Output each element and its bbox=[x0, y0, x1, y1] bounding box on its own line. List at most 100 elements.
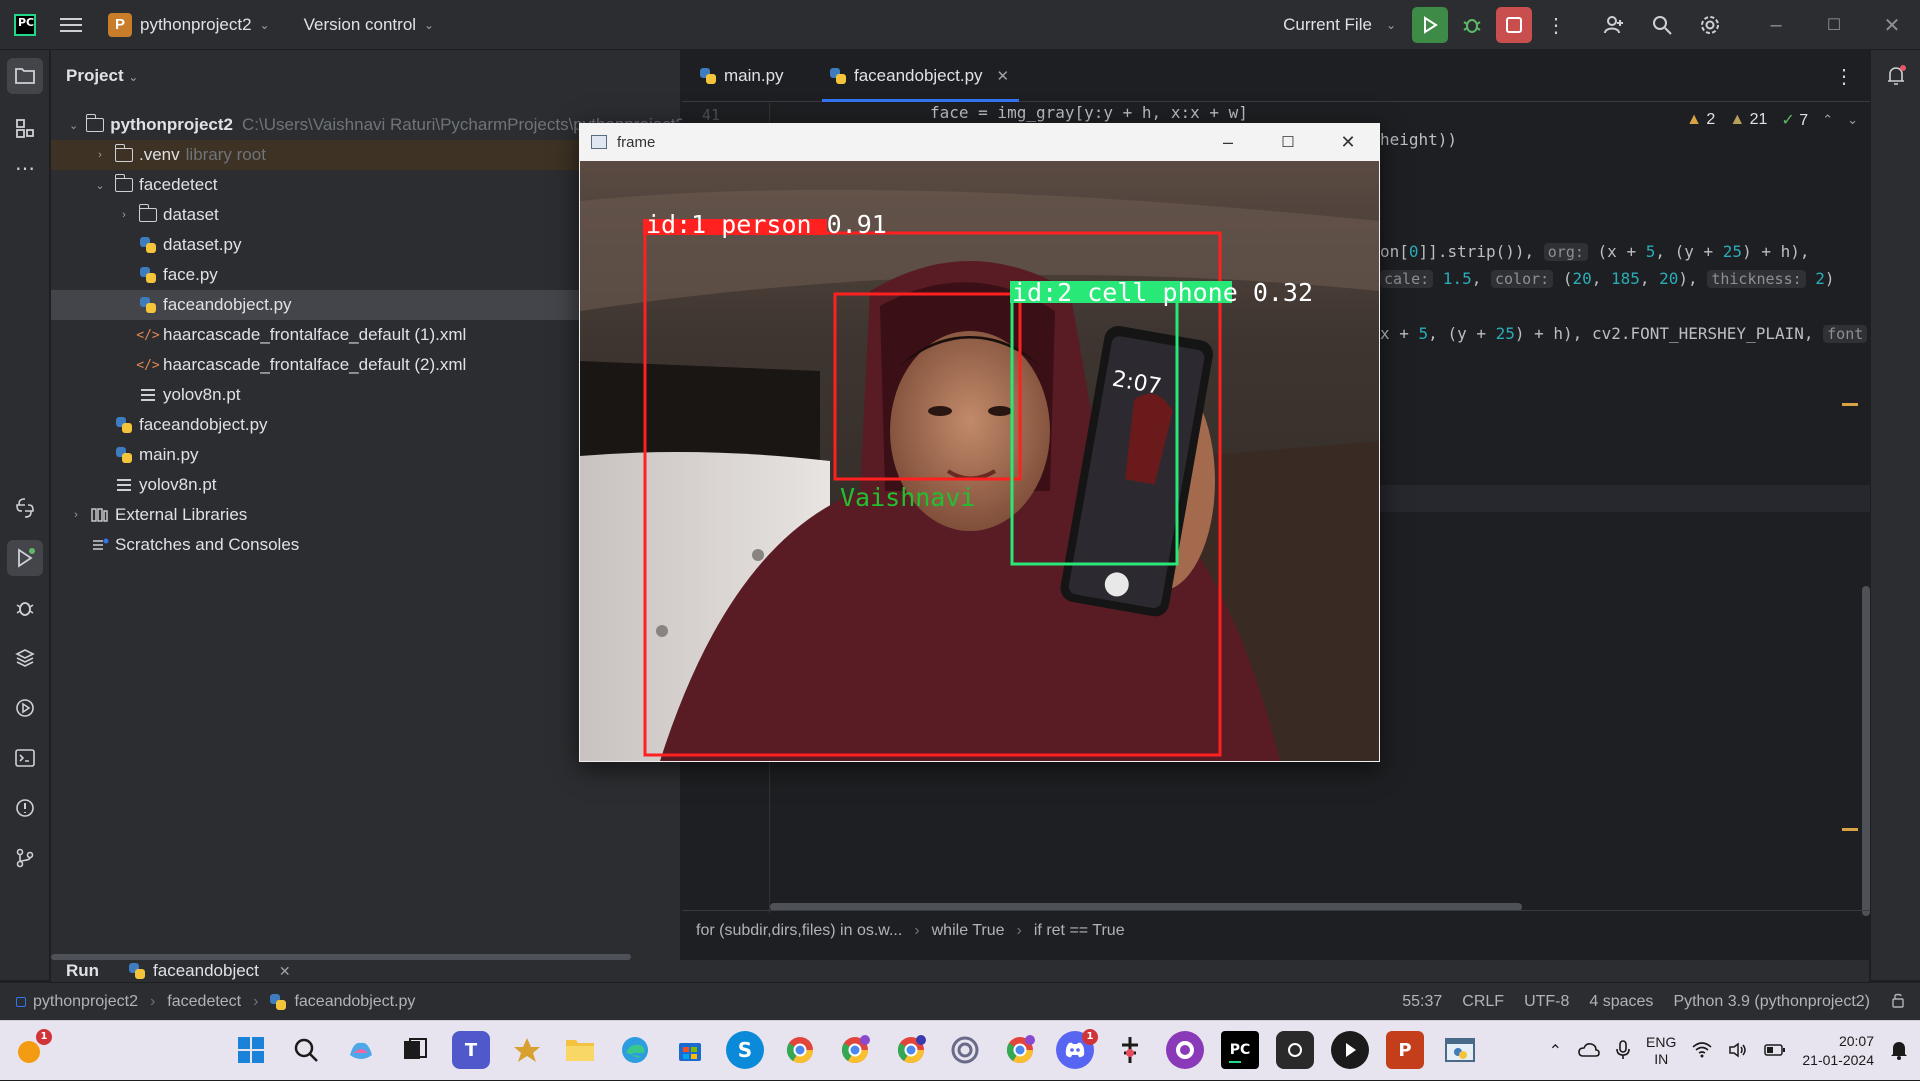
chrome-profile-icon[interactable] bbox=[1001, 1031, 1039, 1069]
code-line[interactable]: on[0]].strip()), org: (x + 5, (y + 25) +… bbox=[1380, 242, 1810, 261]
opencv-frame-window[interactable]: frame – ☐ ✕ 2:07 id:1 person 0.91 Vaishn… bbox=[579, 123, 1380, 762]
breadcrumb-item[interactable]: while True bbox=[932, 922, 1005, 940]
powerpoint-icon[interactable]: P bbox=[1386, 1031, 1424, 1069]
debug-tool-icon[interactable] bbox=[7, 590, 43, 626]
discord-icon[interactable]: 1 bbox=[1056, 1029, 1098, 1069]
inspection-widget[interactable]: ▲ 2 ▲ 21 ✓ 7 ⌃ ⌄ bbox=[1686, 110, 1858, 130]
minimize-icon[interactable]: – bbox=[1199, 123, 1257, 161]
skype-icon[interactable]: S bbox=[726, 1031, 764, 1069]
project-selector[interactable]: pythonproject2 bbox=[140, 15, 252, 35]
chevron-down-icon[interactable]: ⌄ bbox=[69, 119, 78, 132]
indent-setting[interactable]: 4 spaces bbox=[1589, 993, 1653, 1011]
project-panel-title[interactable]: Project ⌄ bbox=[66, 66, 138, 86]
next-highlight-icon[interactable]: ⌄ bbox=[1847, 112, 1858, 128]
notifications-icon[interactable] bbox=[1884, 64, 1908, 93]
run-tool-icon[interactable] bbox=[7, 540, 43, 576]
chevron-down-icon[interactable]: ⌄ bbox=[93, 179, 107, 192]
project-tool-icon[interactable] bbox=[7, 58, 43, 94]
breadcrumb-item[interactable]: if ret == True bbox=[1034, 922, 1125, 940]
main-menu-icon[interactable] bbox=[60, 17, 82, 32]
more-tools-icon[interactable]: ⋯ bbox=[7, 150, 43, 186]
code-line[interactable]: cale: 1.5, color: (20, 185, 20), thickne… bbox=[1380, 269, 1835, 288]
weather-widget-icon[interactable]: 1 bbox=[10, 1029, 52, 1069]
code-line[interactable]: height)) bbox=[1380, 130, 1457, 149]
figma-plugin-icon[interactable] bbox=[1111, 1031, 1149, 1069]
project-badge[interactable]: P bbox=[108, 12, 132, 37]
wifi-icon[interactable] bbox=[1692, 1041, 1712, 1061]
task-view-icon[interactable] bbox=[396, 1031, 434, 1069]
pycharm-icon[interactable]: PC bbox=[1221, 1031, 1259, 1069]
status-breadcrumb[interactable]: pythonproject2 bbox=[33, 993, 138, 1011]
debug-button[interactable] bbox=[1454, 7, 1490, 43]
run-tab-faceandobject[interactable]: faceandobject bbox=[153, 961, 259, 981]
editor-vertical-scrollbar[interactable] bbox=[1862, 586, 1870, 916]
show-hidden-icons-chevron-up-icon[interactable]: ⌃ bbox=[1549, 1041, 1562, 1061]
file-explorer-icon[interactable] bbox=[561, 1031, 599, 1069]
maximize-icon[interactable]: ☐ bbox=[1259, 123, 1317, 161]
warning-count[interactable]: ▲ 2 bbox=[1686, 111, 1715, 129]
frame-title-bar[interactable]: frame – ☐ ✕ bbox=[579, 123, 1380, 161]
services-icon[interactable] bbox=[7, 690, 43, 726]
close-tab-icon[interactable]: ✕ bbox=[997, 67, 1010, 85]
app-swirl-icon[interactable] bbox=[946, 1031, 984, 1069]
edge-browser-icon[interactable] bbox=[616, 1031, 654, 1069]
lock-icon[interactable] bbox=[1890, 992, 1906, 1013]
previous-highlight-icon[interactable]: ⌃ bbox=[1822, 112, 1833, 128]
copilot-icon[interactable] bbox=[342, 1031, 380, 1069]
chrome-icon[interactable] bbox=[781, 1031, 819, 1069]
teams-icon[interactable]: T bbox=[452, 1031, 490, 1069]
onedrive-icon[interactable] bbox=[1578, 1042, 1600, 1061]
caret-position[interactable]: 55:37 bbox=[1402, 993, 1442, 1011]
typo-count[interactable]: ✓ 7 bbox=[1781, 110, 1808, 130]
microsoft-store-icon[interactable] bbox=[671, 1031, 709, 1069]
notification-bell-icon[interactable] bbox=[1890, 1040, 1908, 1063]
tab-main-py[interactable]: main.py bbox=[700, 50, 784, 102]
file-encoding[interactable]: UTF-8 bbox=[1524, 993, 1569, 1011]
code-line[interactable]: x + 5, (y + 25) + h), cv2.FONT_HERSHEY_P… bbox=[1380, 324, 1868, 343]
maximize-window-icon[interactable]: ☐ bbox=[1816, 7, 1852, 43]
chrome-profile-icon[interactable] bbox=[892, 1031, 930, 1069]
close-window-icon[interactable]: ✕ bbox=[1874, 7, 1910, 43]
clock[interactable]: 20:07 21-01-2024 bbox=[1802, 1032, 1874, 1070]
weak-warning-count[interactable]: ▲ 21 bbox=[1729, 111, 1767, 129]
tab-faceandobject-py[interactable]: faceandobject.py ✕ bbox=[822, 50, 1020, 102]
git-icon[interactable] bbox=[7, 840, 43, 876]
run-title[interactable]: Run bbox=[66, 961, 99, 981]
volume-icon[interactable] bbox=[1728, 1042, 1748, 1061]
close-icon[interactable]: ✕ bbox=[1319, 123, 1377, 161]
structure-tool-icon[interactable] bbox=[7, 110, 43, 146]
terminal-icon[interactable] bbox=[7, 740, 43, 776]
add-user-icon[interactable] bbox=[1596, 7, 1632, 43]
chevron-right-icon[interactable]: › bbox=[93, 149, 107, 161]
stop-button[interactable] bbox=[1496, 7, 1532, 43]
warning-stripe-marker[interactable] bbox=[1842, 828, 1858, 831]
game-app-icon[interactable] bbox=[508, 1031, 546, 1069]
camera-app-icon[interactable] bbox=[1276, 1031, 1314, 1069]
python-console-icon[interactable] bbox=[7, 490, 43, 526]
chevron-right-icon[interactable]: › bbox=[117, 209, 131, 221]
line-separator[interactable]: CRLF bbox=[1462, 993, 1504, 1011]
python-window-icon[interactable] bbox=[1441, 1031, 1479, 1069]
version-control-menu[interactable]: Version control bbox=[304, 15, 416, 35]
status-breadcrumb[interactable]: faceandobject.py bbox=[294, 993, 415, 1011]
python-packages-icon[interactable] bbox=[7, 640, 43, 676]
media-player-icon[interactable] bbox=[1331, 1031, 1369, 1069]
search-icon[interactable] bbox=[1644, 7, 1680, 43]
code-line[interactable]: face = img_gray[y:y + h, x:x + w] bbox=[930, 103, 1248, 122]
breadcrumb-item[interactable]: for (subdir,dirs,files) in os.w... bbox=[696, 922, 902, 940]
minimize-window-icon[interactable]: – bbox=[1758, 7, 1794, 43]
start-button-icon[interactable] bbox=[232, 1031, 270, 1069]
input-language[interactable]: ENG IN bbox=[1646, 1034, 1676, 1068]
rerun-button[interactable] bbox=[1412, 7, 1448, 43]
search-icon[interactable] bbox=[287, 1031, 325, 1069]
status-breadcrumb[interactable]: facedetect bbox=[167, 993, 241, 1011]
tab-options-icon[interactable]: ⋮ bbox=[1834, 64, 1854, 89]
python-interpreter[interactable]: Python 3.9 (pythonproject2) bbox=[1673, 993, 1870, 1011]
chrome-profile-icon[interactable] bbox=[836, 1031, 874, 1069]
settings-gear-icon[interactable] bbox=[1692, 7, 1728, 43]
run-config-selector[interactable]: Current File bbox=[1283, 15, 1372, 35]
github-desktop-icon[interactable] bbox=[1166, 1031, 1204, 1069]
battery-icon[interactable] bbox=[1764, 1043, 1786, 1060]
warning-stripe-marker[interactable] bbox=[1842, 403, 1858, 406]
microphone-icon[interactable] bbox=[1616, 1039, 1630, 1063]
